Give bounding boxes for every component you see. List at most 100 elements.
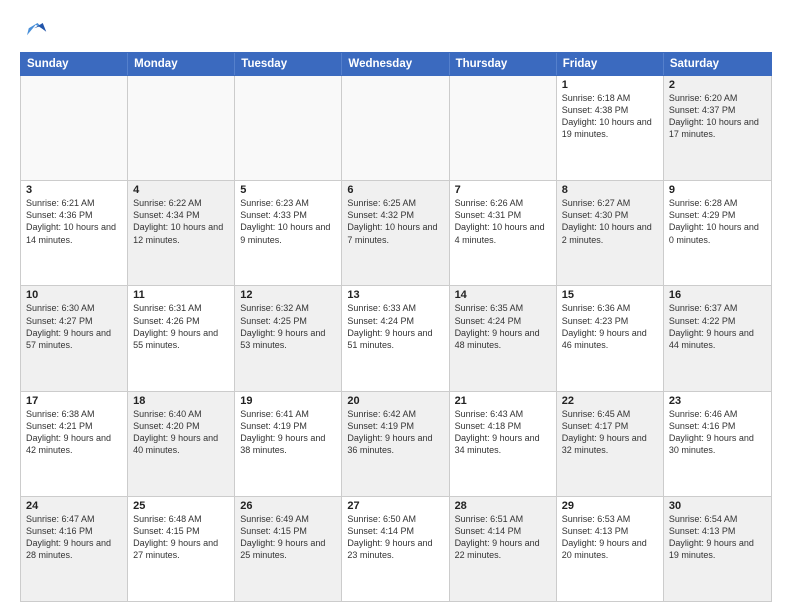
day-info: Sunrise: 6:41 AM Sunset: 4:19 PM Dayligh… [240, 408, 336, 457]
calendar-cell-7: 7Sunrise: 6:26 AM Sunset: 4:31 PM Daylig… [450, 181, 557, 285]
calendar-row-2: 10Sunrise: 6:30 AM Sunset: 4:27 PM Dayli… [21, 286, 771, 391]
calendar-cell-empty-0-0 [21, 76, 128, 180]
calendar-cell-20: 20Sunrise: 6:42 AM Sunset: 4:19 PM Dayli… [342, 392, 449, 496]
calendar-cell-25: 25Sunrise: 6:48 AM Sunset: 4:15 PM Dayli… [128, 497, 235, 601]
day-info: Sunrise: 6:36 AM Sunset: 4:23 PM Dayligh… [562, 302, 658, 351]
day-info: Sunrise: 6:27 AM Sunset: 4:30 PM Dayligh… [562, 197, 658, 246]
day-info: Sunrise: 6:26 AM Sunset: 4:31 PM Dayligh… [455, 197, 551, 246]
day-number: 27 [347, 500, 443, 512]
calendar-cell-5: 5Sunrise: 6:23 AM Sunset: 4:33 PM Daylig… [235, 181, 342, 285]
day-info: Sunrise: 6:33 AM Sunset: 4:24 PM Dayligh… [347, 302, 443, 351]
header-cell-saturday: Saturday [664, 53, 771, 75]
day-number: 3 [26, 184, 122, 196]
day-number: 13 [347, 289, 443, 301]
day-info: Sunrise: 6:38 AM Sunset: 4:21 PM Dayligh… [26, 408, 122, 457]
calendar-cell-29: 29Sunrise: 6:53 AM Sunset: 4:13 PM Dayli… [557, 497, 664, 601]
calendar-cell-19: 19Sunrise: 6:41 AM Sunset: 4:19 PM Dayli… [235, 392, 342, 496]
calendar-body: 1Sunrise: 6:18 AM Sunset: 4:38 PM Daylig… [20, 76, 772, 602]
header-cell-tuesday: Tuesday [235, 53, 342, 75]
day-info: Sunrise: 6:22 AM Sunset: 4:34 PM Dayligh… [133, 197, 229, 246]
calendar-header: SundayMondayTuesdayWednesdayThursdayFrid… [20, 52, 772, 76]
day-info: Sunrise: 6:37 AM Sunset: 4:22 PM Dayligh… [669, 302, 766, 351]
day-number: 14 [455, 289, 551, 301]
calendar-cell-9: 9Sunrise: 6:28 AM Sunset: 4:29 PM Daylig… [664, 181, 771, 285]
day-info: Sunrise: 6:25 AM Sunset: 4:32 PM Dayligh… [347, 197, 443, 246]
calendar-cell-23: 23Sunrise: 6:46 AM Sunset: 4:16 PM Dayli… [664, 392, 771, 496]
header-cell-sunday: Sunday [21, 53, 128, 75]
calendar-cell-17: 17Sunrise: 6:38 AM Sunset: 4:21 PM Dayli… [21, 392, 128, 496]
day-number: 11 [133, 289, 229, 301]
day-info: Sunrise: 6:20 AM Sunset: 4:37 PM Dayligh… [669, 92, 766, 141]
calendar-cell-28: 28Sunrise: 6:51 AM Sunset: 4:14 PM Dayli… [450, 497, 557, 601]
calendar-row-3: 17Sunrise: 6:38 AM Sunset: 4:21 PM Dayli… [21, 392, 771, 497]
day-number: 20 [347, 395, 443, 407]
day-info: Sunrise: 6:43 AM Sunset: 4:18 PM Dayligh… [455, 408, 551, 457]
calendar-cell-14: 14Sunrise: 6:35 AM Sunset: 4:24 PM Dayli… [450, 286, 557, 390]
day-number: 29 [562, 500, 658, 512]
day-number: 15 [562, 289, 658, 301]
day-info: Sunrise: 6:46 AM Sunset: 4:16 PM Dayligh… [669, 408, 766, 457]
day-info: Sunrise: 6:45 AM Sunset: 4:17 PM Dayligh… [562, 408, 658, 457]
day-number: 19 [240, 395, 336, 407]
calendar-cell-3: 3Sunrise: 6:21 AM Sunset: 4:36 PM Daylig… [21, 181, 128, 285]
header [20, 16, 772, 44]
day-info: Sunrise: 6:31 AM Sunset: 4:26 PM Dayligh… [133, 302, 229, 351]
calendar-cell-13: 13Sunrise: 6:33 AM Sunset: 4:24 PM Dayli… [342, 286, 449, 390]
day-number: 7 [455, 184, 551, 196]
calendar-cell-11: 11Sunrise: 6:31 AM Sunset: 4:26 PM Dayli… [128, 286, 235, 390]
calendar-cell-18: 18Sunrise: 6:40 AM Sunset: 4:20 PM Dayli… [128, 392, 235, 496]
day-info: Sunrise: 6:35 AM Sunset: 4:24 PM Dayligh… [455, 302, 551, 351]
day-info: Sunrise: 6:21 AM Sunset: 4:36 PM Dayligh… [26, 197, 122, 246]
calendar-cell-8: 8Sunrise: 6:27 AM Sunset: 4:30 PM Daylig… [557, 181, 664, 285]
day-number: 17 [26, 395, 122, 407]
day-number: 26 [240, 500, 336, 512]
page: SundayMondayTuesdayWednesdayThursdayFrid… [0, 0, 792, 612]
header-cell-thursday: Thursday [450, 53, 557, 75]
calendar-cell-30: 30Sunrise: 6:54 AM Sunset: 4:13 PM Dayli… [664, 497, 771, 601]
logo-icon [20, 16, 48, 44]
day-info: Sunrise: 6:18 AM Sunset: 4:38 PM Dayligh… [562, 92, 658, 141]
day-number: 28 [455, 500, 551, 512]
day-info: Sunrise: 6:53 AM Sunset: 4:13 PM Dayligh… [562, 513, 658, 562]
day-info: Sunrise: 6:40 AM Sunset: 4:20 PM Dayligh… [133, 408, 229, 457]
day-number: 1 [562, 79, 658, 91]
calendar-cell-empty-0-2 [235, 76, 342, 180]
day-info: Sunrise: 6:51 AM Sunset: 4:14 PM Dayligh… [455, 513, 551, 562]
calendar-cell-4: 4Sunrise: 6:22 AM Sunset: 4:34 PM Daylig… [128, 181, 235, 285]
day-number: 30 [669, 500, 766, 512]
day-info: Sunrise: 6:54 AM Sunset: 4:13 PM Dayligh… [669, 513, 766, 562]
day-number: 4 [133, 184, 229, 196]
day-info: Sunrise: 6:47 AM Sunset: 4:16 PM Dayligh… [26, 513, 122, 562]
calendar-cell-1: 1Sunrise: 6:18 AM Sunset: 4:38 PM Daylig… [557, 76, 664, 180]
day-number: 6 [347, 184, 443, 196]
calendar-cell-10: 10Sunrise: 6:30 AM Sunset: 4:27 PM Dayli… [21, 286, 128, 390]
day-info: Sunrise: 6:28 AM Sunset: 4:29 PM Dayligh… [669, 197, 766, 246]
calendar-cell-12: 12Sunrise: 6:32 AM Sunset: 4:25 PM Dayli… [235, 286, 342, 390]
calendar-cell-21: 21Sunrise: 6:43 AM Sunset: 4:18 PM Dayli… [450, 392, 557, 496]
day-number: 2 [669, 79, 766, 91]
day-number: 23 [669, 395, 766, 407]
calendar-cell-26: 26Sunrise: 6:49 AM Sunset: 4:15 PM Dayli… [235, 497, 342, 601]
day-number: 9 [669, 184, 766, 196]
day-number: 12 [240, 289, 336, 301]
header-cell-wednesday: Wednesday [342, 53, 449, 75]
day-info: Sunrise: 6:32 AM Sunset: 4:25 PM Dayligh… [240, 302, 336, 351]
header-cell-friday: Friday [557, 53, 664, 75]
calendar-row-1: 3Sunrise: 6:21 AM Sunset: 4:36 PM Daylig… [21, 181, 771, 286]
logo [20, 16, 52, 44]
header-cell-monday: Monday [128, 53, 235, 75]
calendar-cell-15: 15Sunrise: 6:36 AM Sunset: 4:23 PM Dayli… [557, 286, 664, 390]
day-number: 22 [562, 395, 658, 407]
day-info: Sunrise: 6:23 AM Sunset: 4:33 PM Dayligh… [240, 197, 336, 246]
calendar-cell-6: 6Sunrise: 6:25 AM Sunset: 4:32 PM Daylig… [342, 181, 449, 285]
day-number: 24 [26, 500, 122, 512]
day-number: 25 [133, 500, 229, 512]
calendar-row-4: 24Sunrise: 6:47 AM Sunset: 4:16 PM Dayli… [21, 497, 771, 601]
calendar-cell-empty-0-1 [128, 76, 235, 180]
day-number: 8 [562, 184, 658, 196]
day-info: Sunrise: 6:42 AM Sunset: 4:19 PM Dayligh… [347, 408, 443, 457]
day-number: 5 [240, 184, 336, 196]
day-number: 18 [133, 395, 229, 407]
calendar-cell-2: 2Sunrise: 6:20 AM Sunset: 4:37 PM Daylig… [664, 76, 771, 180]
calendar-cell-24: 24Sunrise: 6:47 AM Sunset: 4:16 PM Dayli… [21, 497, 128, 601]
